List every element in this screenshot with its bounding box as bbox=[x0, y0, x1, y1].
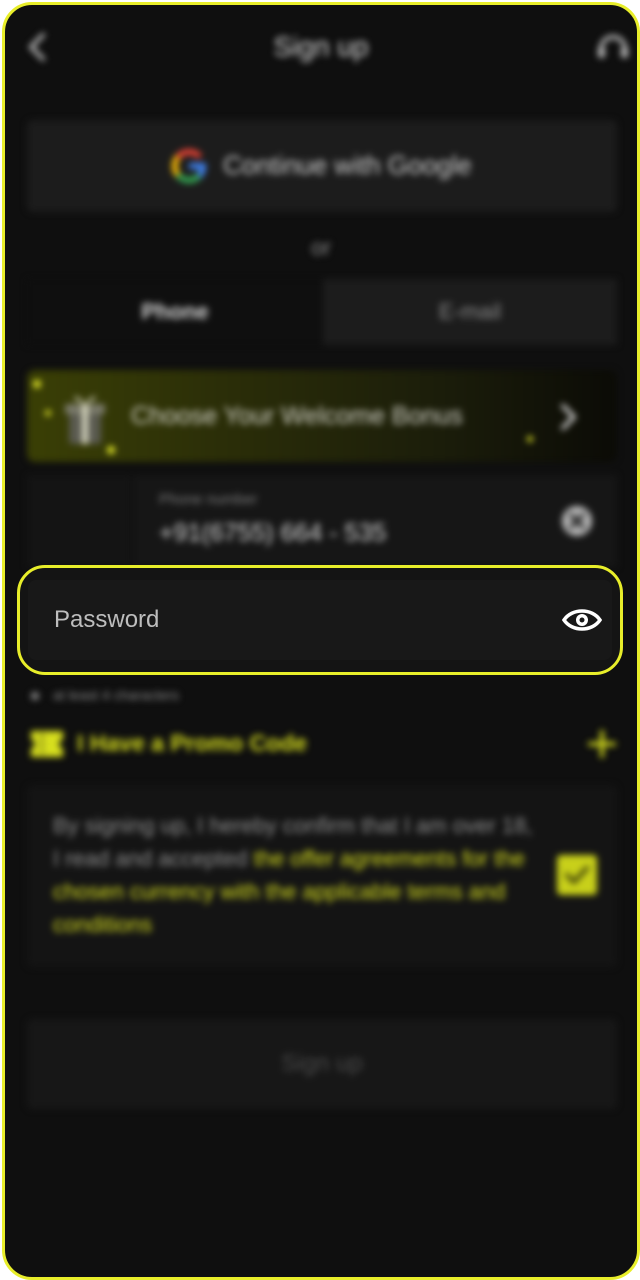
bullet-icon bbox=[31, 692, 39, 701]
country-code-selector[interactable] bbox=[27, 475, 131, 567]
ticket-icon bbox=[31, 731, 63, 757]
password-field-inner bbox=[28, 580, 612, 660]
continue-with-google-button[interactable]: Continue with Google bbox=[27, 120, 617, 212]
gift-icon bbox=[65, 396, 105, 444]
welcome-bonus-banner[interactable]: Choose Your Welcome Bonus bbox=[27, 370, 617, 462]
terms-text: By signing up, I hereby confirm that I a… bbox=[53, 809, 533, 941]
tab-phone[interactable]: Phone bbox=[27, 279, 323, 345]
password-hint-text: at least 4 characters bbox=[53, 687, 180, 703]
signup-button[interactable]: Sign up bbox=[27, 1019, 617, 1109]
plus-icon[interactable] bbox=[587, 729, 617, 759]
phone-screen: Sign up Continue with Google or Phone E-… bbox=[2, 2, 640, 1280]
sparkle bbox=[527, 436, 533, 442]
terms-checkbox[interactable] bbox=[557, 855, 597, 895]
promo-code-label: I Have a Promo Code bbox=[77, 730, 308, 756]
tab-email[interactable]: E-mail bbox=[323, 279, 617, 345]
google-icon bbox=[171, 149, 206, 184]
password-input[interactable] bbox=[54, 602, 534, 638]
eye-icon[interactable] bbox=[562, 602, 602, 638]
phone-number-field[interactable]: Phone number +91(6755) 664 - 535 bbox=[133, 475, 617, 567]
support-headset-icon[interactable] bbox=[593, 27, 633, 67]
chevron-right-icon bbox=[561, 404, 576, 430]
password-hint: at least 4 characters bbox=[31, 687, 179, 703]
sparkle bbox=[45, 410, 51, 416]
google-button-label: Continue with Google bbox=[223, 150, 472, 180]
phone-number-value: +91(6755) 664 - 535 bbox=[159, 519, 387, 547]
header: Sign up bbox=[5, 5, 637, 87]
page-title: Sign up bbox=[273, 31, 369, 62]
phone-number-label: Phone number bbox=[159, 491, 258, 508]
promo-code-toggle[interactable]: I Have a Promo Code bbox=[27, 725, 617, 765]
sparkle bbox=[33, 380, 41, 388]
password-field[interactable] bbox=[17, 565, 623, 675]
or-divider: or bbox=[311, 235, 331, 260]
signup-method-tabs: Phone E-mail bbox=[27, 279, 617, 345]
phone-input-group: Phone number +91(6755) 664 - 535 bbox=[27, 475, 617, 567]
terms-agreement: By signing up, I hereby confirm that I a… bbox=[27, 785, 617, 967]
clear-icon[interactable] bbox=[561, 505, 593, 537]
welcome-bonus-label: Choose Your Welcome Bonus bbox=[131, 402, 463, 430]
checkmark-icon bbox=[565, 866, 589, 884]
